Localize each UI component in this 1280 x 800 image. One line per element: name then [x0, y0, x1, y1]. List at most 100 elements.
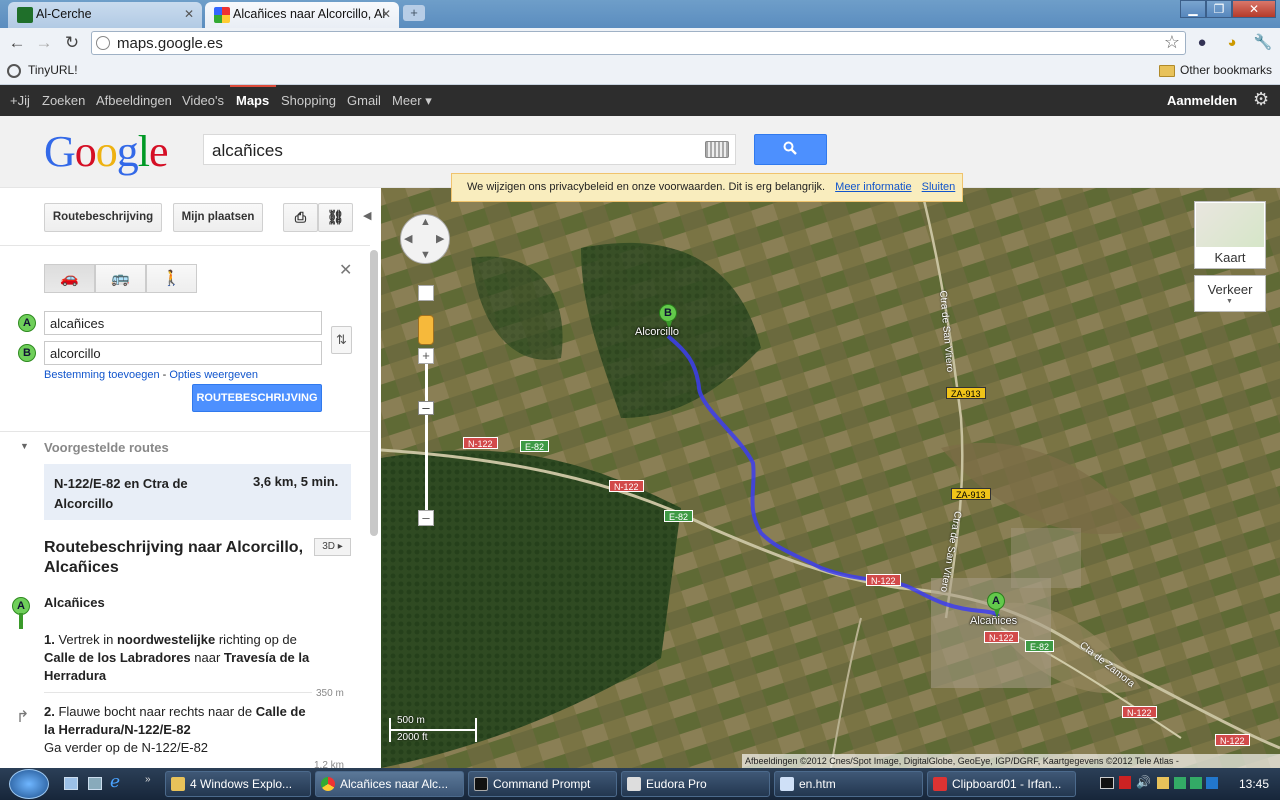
end-field[interactable]: alcorcillo: [44, 341, 322, 365]
forward-icon[interactable]: →: [33, 33, 55, 53]
taskbar-chrome[interactable]: Alcañices naar Alc...: [315, 771, 464, 797]
gbar-shopping[interactable]: Shopping: [281, 93, 336, 108]
3d-label: 3D: [322, 541, 335, 552]
clock[interactable]: 13:45: [1239, 777, 1269, 791]
tab-maps[interactable]: Alcañices naar Alcorcillo, Al ✕: [205, 2, 399, 28]
expand-triangle-icon[interactable]: ▼: [20, 441, 29, 451]
my-places-button[interactable]: Mijn plaatsen: [173, 203, 263, 232]
zoom-slider-handle[interactable]: –: [418, 401, 434, 415]
pan-down-icon[interactable]: ▼: [420, 249, 431, 261]
get-directions-button[interactable]: ROUTEBESCHRIJVING: [192, 384, 322, 412]
transit-mode-button[interactable]: 🚌: [95, 264, 146, 293]
start-button[interactable]: [9, 769, 49, 799]
maximize-button[interactable]: ❐: [1206, 0, 1232, 18]
3d-button[interactable]: 3D ▸: [314, 538, 351, 556]
link-icon[interactable]: ⛓: [318, 203, 353, 232]
pan-right-icon[interactable]: ▶: [436, 232, 444, 245]
new-tab-button[interactable]: +: [403, 5, 425, 21]
gbar-search[interactable]: Zoeken: [42, 93, 85, 108]
zoom-in-icon[interactable]: +: [418, 348, 434, 364]
tray-icon[interactable]: [1100, 777, 1114, 789]
origin-pin-a[interactable]: A: [987, 592, 1005, 618]
cookie-extension-icon[interactable]: ◕: [1221, 33, 1243, 53]
map-canvas[interactable]: ▲ ▼ ◀ ▶ + – – Kaart Verkeer ▼ B Alcorcil…: [381, 188, 1280, 768]
tray-icon[interactable]: [1174, 777, 1186, 789]
destination-pin-b[interactable]: B: [659, 304, 677, 330]
add-destination-link[interactable]: Bestemming toevoegen: [44, 369, 160, 381]
taskbar-cmd[interactable]: Command Prompt: [468, 771, 617, 797]
wrench-menu-icon[interactable]: 🔧: [1252, 33, 1274, 53]
pan-up-icon[interactable]: ▲: [420, 216, 431, 228]
ie-icon[interactable]: ℯ: [110, 772, 120, 792]
reload-icon[interactable]: ↻: [61, 33, 83, 53]
volume-icon[interactable]: 🔊: [1136, 775, 1151, 789]
tray-icon[interactable]: [1119, 776, 1131, 789]
gbar-plus[interactable]: +Jij: [10, 93, 30, 108]
search-input[interactable]: alcañices: [203, 134, 736, 165]
address-bar[interactable]: maps.google.es ☆: [91, 31, 1186, 55]
step-text: Ga verder op de N-122/E-82: [44, 740, 209, 755]
swap-icon[interactable]: ⇅: [331, 326, 352, 354]
direction-step-2[interactable]: 2. Flauwe bocht naar rechts naar de Call…: [44, 703, 316, 757]
location-icon[interactable]: [418, 285, 434, 301]
map-type-button[interactable]: Kaart: [1194, 201, 1266, 269]
search-button[interactable]: [754, 134, 827, 165]
show-desktop-icon[interactable]: [64, 777, 78, 790]
privacy-text: We wijzigen ons privacybeleid en onze vo…: [467, 181, 826, 193]
walk-mode-button[interactable]: 🚶: [146, 264, 197, 293]
close-tab-icon[interactable]: ✕: [184, 2, 194, 26]
step-bold: noordwestelijke: [116, 632, 216, 647]
pegman-icon[interactable]: [418, 315, 434, 345]
route-option[interactable]: N-122/E-82 en Ctra de Alcorcillo 3,6 km,…: [44, 464, 351, 520]
close-tab-icon[interactable]: ✕: [381, 2, 391, 26]
signin-link[interactable]: Aanmelden: [1167, 93, 1237, 108]
minimize-button[interactable]: ▁: [1180, 0, 1206, 18]
globe-icon: [96, 36, 110, 50]
bookmark-other[interactable]: Other bookmarks: [1180, 63, 1272, 77]
taskbar-eudora[interactable]: Eudora Pro: [621, 771, 770, 797]
document-icon: [780, 777, 794, 791]
keyboard-icon[interactable]: [705, 141, 729, 158]
back-icon[interactable]: ←: [6, 33, 28, 53]
quicklaunch-icon[interactable]: [88, 777, 102, 790]
directions-tab-button[interactable]: Routebeschrijving: [44, 203, 162, 232]
close-directions-icon[interactable]: ✕: [339, 260, 352, 280]
pin-stem: [19, 613, 23, 629]
print-icon[interactable]: ⎙: [283, 203, 318, 232]
panel-scrollbar[interactable]: [370, 250, 378, 536]
privacy-more-link[interactable]: Meer informatie: [835, 181, 911, 193]
gbar-more[interactable]: Meer ▾: [392, 93, 432, 109]
scale-line: [391, 729, 477, 731]
car-mode-button[interactable]: 🚗: [44, 264, 95, 293]
network-icon[interactable]: [1206, 777, 1218, 789]
zoom-slider-track[interactable]: [425, 364, 428, 510]
settings-gear-icon[interactable]: ⚙: [1253, 89, 1269, 110]
start-field[interactable]: alcañices: [44, 311, 322, 335]
taskbar-explorer[interactable]: 4 Windows Explo...: [165, 771, 311, 797]
taskbar-irfanview[interactable]: Clipboard01 - Irfan...: [927, 771, 1076, 797]
traffic-button[interactable]: Verkeer ▼: [1194, 275, 1266, 312]
google-logo[interactable]: Google: [44, 126, 169, 177]
collapse-panel-icon[interactable]: ◀: [363, 209, 371, 222]
maps-favicon-icon: [214, 7, 230, 23]
close-window-button[interactable]: ✕: [1232, 0, 1276, 18]
gbar-maps[interactable]: Maps: [236, 93, 269, 108]
bookmark-tinyurl[interactable]: TinyURL!: [28, 63, 78, 77]
show-options-link[interactable]: Opties weergeven: [169, 369, 258, 381]
taskbar-en-htm[interactable]: en.htm: [774, 771, 923, 797]
tab-al-cerche[interactable]: Al-Cerche ✕: [8, 2, 202, 28]
direction-step-1[interactable]: 1. Vertrek in noordwestelijke richting o…: [44, 631, 312, 685]
tray-icon[interactable]: [1190, 777, 1202, 789]
gbar-videos[interactable]: Video's: [182, 93, 224, 108]
tray-icon[interactable]: [1157, 777, 1169, 789]
gbar-images[interactable]: Afbeeldingen: [96, 93, 172, 108]
zoom-out-icon[interactable]: –: [418, 510, 434, 526]
bookmark-star-icon[interactable]: ☆: [1164, 32, 1180, 53]
pan-control[interactable]: ▲ ▼ ◀ ▶: [400, 214, 450, 264]
extension-icon[interactable]: ●: [1191, 33, 1213, 53]
map-attribution: Afbeeldingen ©2012 Cnes/Spot Image, Digi…: [742, 754, 1280, 768]
pan-left-icon[interactable]: ◀: [404, 232, 412, 245]
quicklaunch-more-icon[interactable]: »: [145, 774, 151, 785]
gbar-gmail[interactable]: Gmail: [347, 93, 381, 108]
privacy-close-link[interactable]: Sluiten: [922, 181, 956, 193]
